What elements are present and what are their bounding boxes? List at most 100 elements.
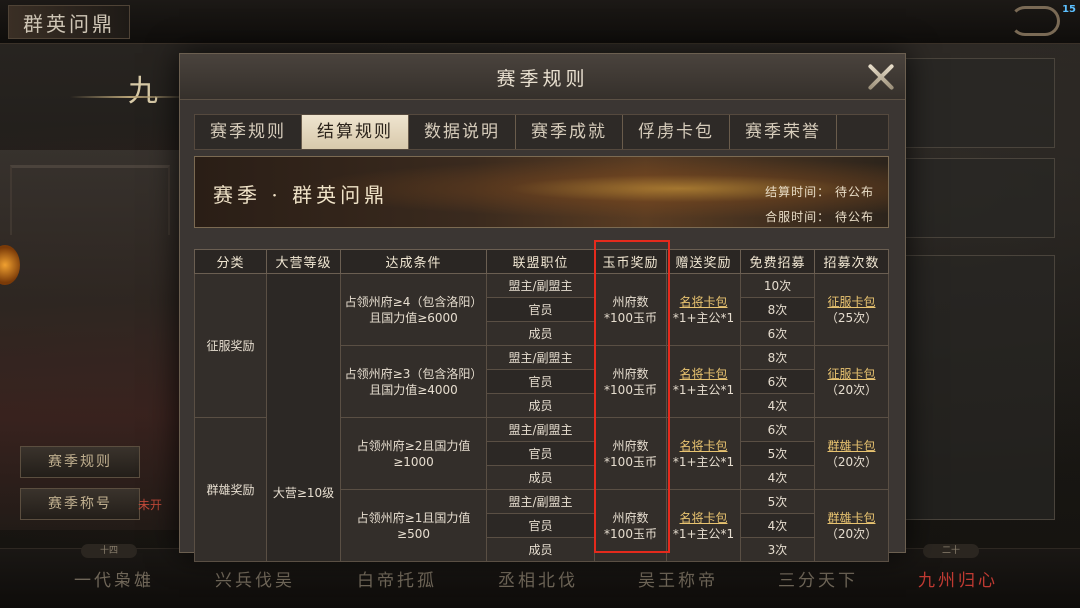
recruit-count-cell: 群雄卡包 （20次） xyxy=(814,489,889,562)
jade-reward-line1: 州府数 xyxy=(612,438,649,453)
position-cell: 盟主/副盟主 xyxy=(486,345,595,370)
chapter-item[interactable]: 白帝托孤 xyxy=(337,566,457,591)
jade-reward-line1: 州府数 xyxy=(612,366,649,381)
free-recruit-cell: 6次 xyxy=(740,321,815,346)
free-recruit-cell: 10次 xyxy=(740,273,815,298)
chapter-item-active[interactable]: 九州归心 xyxy=(898,566,1018,591)
position-cell: 官员 xyxy=(486,369,595,394)
tab-data-explanation[interactable]: 数据说明 xyxy=(409,115,516,149)
jade-reward-line2: *100玉币 xyxy=(604,382,657,397)
table-header-row: 分类 大营等级 达成条件 联盟职位 玉币奖励 赠送奖励 免费招募 招募次数 xyxy=(194,249,889,274)
chapter-item[interactable]: 丞相北伐 xyxy=(478,566,598,591)
screen-title: 群英问鼎 xyxy=(8,5,130,39)
gift-reward-line2: *1+主公*1 xyxy=(672,526,735,541)
version-badge: 15 xyxy=(1062,4,1076,15)
free-recruit-cell: 8次 xyxy=(740,297,815,322)
jade-reward-line2: *100玉币 xyxy=(604,310,657,325)
recruit-count-cell: 征服卡包 （25次） xyxy=(814,273,889,346)
pack-count: （20次） xyxy=(825,526,878,541)
free-recruit-cell: 3次 xyxy=(740,537,815,562)
header-free-recruit: 免费招募 xyxy=(740,249,815,274)
gift-reward-line2: *1+主公*1 xyxy=(672,382,735,397)
chapter-item[interactable]: 兴兵伐吴 xyxy=(195,566,315,591)
chapter-item[interactable]: 三分天下 xyxy=(758,566,878,591)
card-pack-link[interactable]: 群雄卡包 xyxy=(817,510,886,526)
condition-cell: 占领州府≥1且国力值≥500 xyxy=(340,489,487,562)
tab-prisoner-pack[interactable]: 俘虏卡包 xyxy=(623,115,730,149)
free-recruit-cell: 6次 xyxy=(740,417,815,442)
close-icon[interactable] xyxy=(864,60,898,94)
season-name: 赛季 · 群英问鼎 xyxy=(213,183,389,207)
top-bar: 群英问鼎 15 xyxy=(0,0,1080,44)
card-pack-link[interactable]: 群雄卡包 xyxy=(817,438,886,454)
right-panel-3 xyxy=(905,255,1055,520)
settlement-rules-table: 分类 大营等级 达成条件 联盟职位 玉币奖励 赠送奖励 免费招募 招募次数 征服… xyxy=(194,249,889,562)
jade-reward-cell: 州府数 *100玉币 xyxy=(594,345,667,418)
gift-reward-cell: 名将卡包 *1+主公*1 xyxy=(666,345,741,418)
header-condition: 达成条件 xyxy=(340,249,487,274)
back-arrow-icon[interactable] xyxy=(1010,6,1060,36)
header-position: 联盟职位 xyxy=(486,249,595,274)
category-cell: 群雄奖励 xyxy=(194,417,267,562)
card-pack-link[interactable]: 征服卡包 xyxy=(817,294,886,310)
famous-general-pack-link[interactable]: 名将卡包 xyxy=(669,294,738,310)
pack-count: （20次） xyxy=(825,382,878,397)
chapter-item[interactable]: 吴王称帝 xyxy=(618,566,738,591)
right-panel-2 xyxy=(905,158,1055,238)
position-cell: 盟主/副盟主 xyxy=(486,489,595,514)
title-divider xyxy=(70,96,190,98)
season-title-button[interactable]: 赛季称号 xyxy=(20,488,140,520)
position-cell: 盟主/副盟主 xyxy=(486,417,595,442)
position-cell: 成员 xyxy=(486,465,595,490)
season-rules-button[interactable]: 赛季规则 xyxy=(20,446,140,478)
jade-reward-cell: 州府数 *100玉币 xyxy=(594,489,667,562)
recruit-count-cell: 群雄卡包 （20次） xyxy=(814,417,889,490)
famous-general-pack-link[interactable]: 名将卡包 xyxy=(669,366,738,382)
free-recruit-cell: 4次 xyxy=(740,513,815,538)
tab-season-honor[interactable]: 赛季荣誉 xyxy=(730,115,837,149)
gift-reward-line2: *1+主公*1 xyxy=(672,454,735,469)
tab-settlement-rules[interactable]: 结算规则 xyxy=(302,115,409,149)
recruit-count-cell: 征服卡包 （20次） xyxy=(814,345,889,418)
chapter-title-char: 九 xyxy=(128,74,158,109)
pack-count: （20次） xyxy=(825,454,878,469)
settle-time: 结算时间： 待公布 xyxy=(765,185,874,199)
free-recruit-cell: 5次 xyxy=(740,489,815,514)
condition-cell: 占领州府≥4（包含洛阳）且国力值≥6000 xyxy=(340,273,487,346)
gift-reward-line2: *1+主公*1 xyxy=(672,310,735,325)
free-recruit-cell: 4次 xyxy=(740,465,815,490)
condition-cell: 占领州府≥3（包含洛阳）且国力值≥4000 xyxy=(340,345,487,418)
castle-art xyxy=(10,165,170,235)
free-recruit-cell: 5次 xyxy=(740,441,815,466)
unopened-label: 未开 xyxy=(138,498,163,512)
header-category: 分类 xyxy=(194,249,267,274)
free-recruit-cell: 6次 xyxy=(740,369,815,394)
jade-reward-line1: 州府数 xyxy=(612,510,649,525)
category-cell: 征服奖励 xyxy=(194,273,267,418)
jade-reward-line2: *100玉币 xyxy=(604,526,657,541)
camp-level-text: 大营≥10级 xyxy=(272,485,335,500)
position-cell: 成员 xyxy=(486,537,595,562)
jade-reward-line1: 州府数 xyxy=(612,294,649,309)
position-cell: 成员 xyxy=(486,393,595,418)
chapter-item[interactable]: 一代枭雄 xyxy=(54,566,174,591)
season-banner: 赛季 · 群英问鼎 结算时间： 待公布 合服时间： 待公布 xyxy=(194,156,889,228)
tab-season-rules[interactable]: 赛季规则 xyxy=(195,115,302,149)
gift-reward-cell: 名将卡包 *1+主公*1 xyxy=(666,489,741,562)
tab-season-achievements[interactable]: 赛季成就 xyxy=(516,115,623,149)
famous-general-pack-link[interactable]: 名将卡包 xyxy=(669,438,738,454)
position-cell: 官员 xyxy=(486,297,595,322)
header-gift-reward: 赠送奖励 xyxy=(666,249,741,274)
right-panel-1 xyxy=(905,58,1055,148)
pack-count: （25次） xyxy=(825,310,878,325)
header-camp-level: 大营等级 xyxy=(266,249,341,274)
jade-reward-cell: 州府数 *100玉币 xyxy=(594,273,667,346)
gift-reward-cell: 名将卡包 *1+主公*1 xyxy=(666,273,741,346)
position-cell: 成员 xyxy=(486,321,595,346)
table-row: 征服奖励 大营≥10级 占领州府≥4（包含洛阳）且国力值≥6000 盟主/副盟主… xyxy=(194,273,889,562)
jade-reward-line2: *100玉币 xyxy=(604,454,657,469)
position-cell: 官员 xyxy=(486,513,595,538)
card-pack-link[interactable]: 征服卡包 xyxy=(817,366,886,382)
famous-general-pack-link[interactable]: 名将卡包 xyxy=(669,510,738,526)
camp-level-cell: 大营≥10级 xyxy=(266,273,341,562)
